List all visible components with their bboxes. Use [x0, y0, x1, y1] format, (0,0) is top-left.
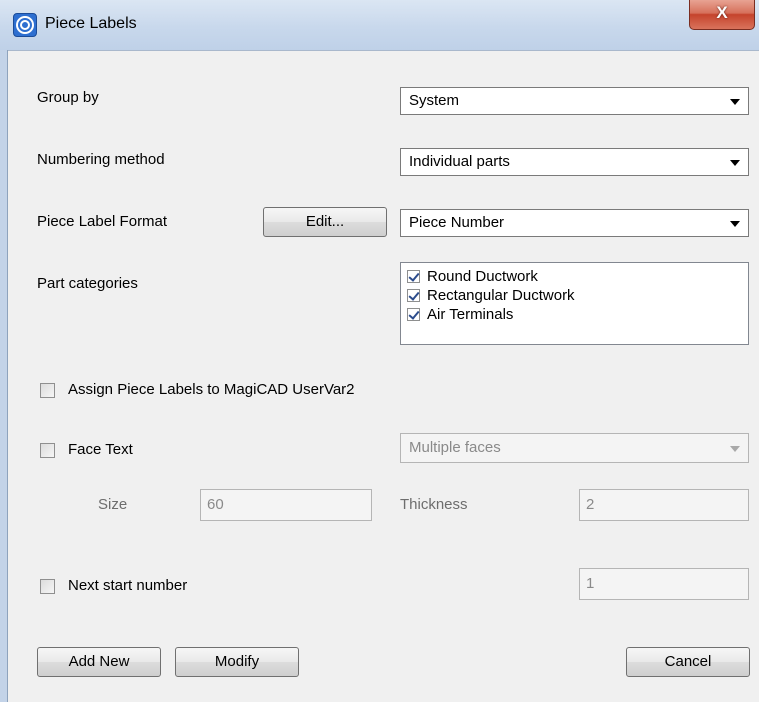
add-new-button[interactable]: Add New: [37, 647, 161, 677]
face-text-checkbox[interactable]: [40, 443, 55, 458]
face-text-label[interactable]: Face Text: [68, 441, 133, 458]
list-item-label: Round Ductwork: [427, 268, 538, 285]
close-icon: X: [716, 3, 728, 22]
group-by-label: Group by: [37, 89, 99, 106]
group-by-select[interactable]: System: [400, 87, 749, 115]
piece-label-format-label: Piece Label Format: [37, 213, 168, 230]
assign-uservar2-checkbox[interactable]: [40, 383, 55, 398]
next-start-checkbox[interactable]: [40, 579, 55, 594]
chevron-down-icon: [730, 160, 740, 166]
close-button[interactable]: X: [689, 0, 755, 30]
window-title: Piece Labels: [45, 15, 137, 32]
numbering-method-select[interactable]: Individual parts: [400, 148, 749, 176]
piece-label-format-select[interactable]: Piece Number: [400, 209, 749, 237]
magicad-app-icon[interactable]: [13, 13, 37, 37]
round-ductwork-checkbox[interactable]: [407, 270, 420, 283]
next-start-label[interactable]: Next start number: [68, 577, 187, 594]
size-input[interactable]: 60: [200, 489, 372, 521]
part-categories-list[interactable]: Round Ductwork Rectangular Ductwork Air …: [400, 262, 749, 345]
cancel-button[interactable]: Cancel: [626, 647, 750, 677]
numbering-method-label: Numbering method: [37, 151, 165, 168]
chevron-down-icon: [730, 446, 740, 452]
numbering-method-value: Individual parts: [409, 153, 510, 170]
face-mode-value: Multiple faces: [409, 439, 501, 456]
part-categories-label: Part categories: [37, 275, 138, 292]
list-item[interactable]: Air Terminals: [401, 305, 748, 324]
list-item-label: Air Terminals: [427, 306, 514, 323]
piece-label-format-value: Piece Number: [409, 214, 505, 231]
chevron-down-icon: [730, 221, 740, 227]
group-by-value: System: [409, 92, 460, 109]
thickness-label: Thickness: [400, 496, 468, 513]
title-bar: Piece Labels X: [0, 0, 759, 51]
modify-button[interactable]: Modify: [175, 647, 299, 677]
assign-uservar2-label[interactable]: Assign Piece Labels to MagiCAD UserVar2: [68, 381, 355, 398]
chevron-down-icon: [730, 99, 740, 105]
air-terminals-checkbox[interactable]: [407, 308, 420, 321]
rectangular-ductwork-checkbox[interactable]: [407, 289, 420, 302]
face-mode-select[interactable]: Multiple faces: [400, 433, 749, 463]
next-start-input[interactable]: 1: [579, 568, 749, 600]
list-item-label: Rectangular Ductwork: [427, 287, 575, 304]
list-item[interactable]: Rectangular Ductwork: [401, 286, 748, 305]
thickness-input[interactable]: 2: [579, 489, 749, 521]
size-label: Size: [98, 496, 128, 513]
list-item[interactable]: Round Ductwork: [401, 267, 748, 286]
edit-format-button[interactable]: Edit...: [263, 207, 387, 237]
